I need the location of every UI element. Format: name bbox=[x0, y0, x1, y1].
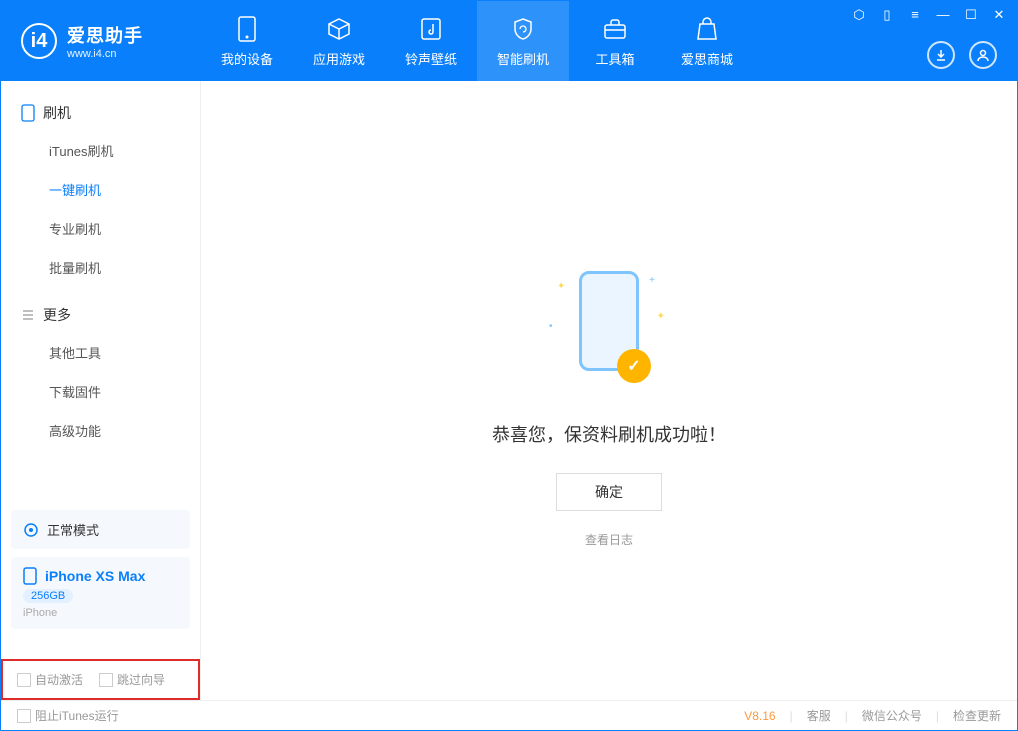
sidebar-section-flash: 刷机 bbox=[1, 95, 200, 131]
version-label: V8.16 bbox=[744, 709, 775, 723]
cube-icon bbox=[325, 15, 353, 43]
status-bar: 阻止iTunes运行 V8.16 | 客服 | 微信公众号 | 检查更新 bbox=[1, 700, 1017, 730]
menu-icon[interactable]: ≡ bbox=[907, 7, 923, 23]
app-title: 爱思助手 bbox=[67, 22, 143, 48]
phone-icon bbox=[23, 567, 37, 585]
tab-label: 我的设备 bbox=[221, 49, 273, 68]
sidebar: 刷机 iTunes刷机 一键刷机 专业刷机 批量刷机 更多 其他工具 下载固件 … bbox=[1, 81, 201, 700]
user-icon[interactable] bbox=[969, 41, 997, 69]
tab-label: 智能刷机 bbox=[497, 49, 549, 68]
ok-button[interactable]: 确定 bbox=[556, 473, 662, 511]
checkbox-icon bbox=[17, 709, 31, 723]
skip-guide-checkbox[interactable]: 跳过向导 bbox=[99, 671, 165, 688]
shopping-bag-icon bbox=[693, 15, 721, 43]
refresh-icon bbox=[23, 522, 39, 538]
shield-refresh-icon bbox=[509, 15, 537, 43]
device-type: iPhone bbox=[23, 607, 178, 619]
tab-toolbox[interactable]: 工具箱 bbox=[569, 1, 661, 81]
header-actions bbox=[927, 41, 997, 69]
minimize-button[interactable]: — bbox=[935, 7, 951, 23]
sidebar-item-oneclick-flash[interactable]: 一键刷机 bbox=[1, 170, 200, 209]
success-message: 恭喜您，保资料刷机成功啦！ bbox=[409, 421, 809, 447]
close-button[interactable]: ✕ bbox=[991, 7, 1007, 23]
sidebar-item-download-firmware[interactable]: 下载固件 bbox=[1, 372, 200, 411]
app-logo: i4 爱思助手 www.i4.cn bbox=[1, 22, 201, 60]
main-content: ✦ • + ✦ ✓ 恭喜您，保资料刷机成功啦！ 确定 查看日志 bbox=[201, 81, 1017, 700]
lock-icon[interactable]: ▯ bbox=[879, 7, 895, 23]
sidebar-item-batch-flash[interactable]: 批量刷机 bbox=[1, 248, 200, 287]
device-storage-badge: 256GB bbox=[23, 589, 73, 603]
mode-card[interactable]: 正常模式 bbox=[11, 510, 190, 549]
music-note-icon bbox=[417, 15, 445, 43]
checkbox-icon bbox=[17, 673, 31, 687]
sidebar-item-advanced[interactable]: 高级功能 bbox=[1, 411, 200, 450]
support-link[interactable]: 客服 bbox=[807, 707, 831, 724]
app-url: www.i4.cn bbox=[67, 48, 143, 60]
success-illustration: ✦ • + ✦ ✓ bbox=[549, 271, 669, 391]
device-card[interactable]: iPhone XS Max 256GB iPhone bbox=[11, 557, 190, 629]
block-itunes-checkbox[interactable]: 阻止iTunes运行 bbox=[17, 707, 119, 724]
shirt-icon[interactable]: ⬡ bbox=[851, 7, 867, 23]
top-nav: 我的设备 应用游戏 铃声壁纸 智能刷机 工具箱 爱思商城 bbox=[201, 1, 753, 81]
success-panel: ✦ • + ✦ ✓ 恭喜您，保资料刷机成功啦！ 确定 查看日志 bbox=[409, 271, 809, 548]
device-icon bbox=[21, 104, 35, 122]
phone-icon bbox=[233, 15, 261, 43]
options-highlight-box: 自动激活 跳过向导 bbox=[1, 659, 200, 700]
wechat-link[interactable]: 微信公众号 bbox=[862, 707, 922, 724]
tab-label: 应用游戏 bbox=[313, 49, 365, 68]
check-update-link[interactable]: 检查更新 bbox=[953, 707, 1001, 724]
toolbox-icon bbox=[601, 15, 629, 43]
tab-my-device[interactable]: 我的设备 bbox=[201, 1, 293, 81]
tab-label: 工具箱 bbox=[595, 49, 634, 68]
tab-label: 铃声壁纸 bbox=[405, 49, 457, 68]
mode-label: 正常模式 bbox=[47, 520, 99, 539]
window-controls: ⬡ ▯ ≡ — ☐ ✕ bbox=[851, 7, 1007, 23]
tab-label: 爱思商城 bbox=[681, 49, 733, 68]
tab-ringtones-wallpapers[interactable]: 铃声壁纸 bbox=[385, 1, 477, 81]
maximize-button[interactable]: ☐ bbox=[963, 7, 979, 23]
app-header: i4 爱思助手 www.i4.cn 我的设备 应用游戏 铃声壁纸 智能刷机 工具… bbox=[1, 1, 1017, 81]
download-icon[interactable] bbox=[927, 41, 955, 69]
check-icon: ✓ bbox=[617, 349, 651, 383]
sidebar-section-more: 更多 bbox=[1, 297, 200, 333]
tab-smart-flash[interactable]: 智能刷机 bbox=[477, 1, 569, 81]
checkbox-icon bbox=[99, 673, 113, 687]
sidebar-item-pro-flash[interactable]: 专业刷机 bbox=[1, 209, 200, 248]
list-icon bbox=[21, 308, 35, 322]
sidebar-item-other-tools[interactable]: 其他工具 bbox=[1, 333, 200, 372]
view-log-link[interactable]: 查看日志 bbox=[409, 531, 809, 548]
logo-icon: i4 bbox=[21, 23, 57, 59]
auto-activate-checkbox[interactable]: 自动激活 bbox=[17, 671, 83, 688]
device-name: iPhone XS Max bbox=[45, 568, 145, 584]
sidebar-item-itunes-flash[interactable]: iTunes刷机 bbox=[1, 131, 200, 170]
tab-store[interactable]: 爱思商城 bbox=[661, 1, 753, 81]
tab-apps-games[interactable]: 应用游戏 bbox=[293, 1, 385, 81]
